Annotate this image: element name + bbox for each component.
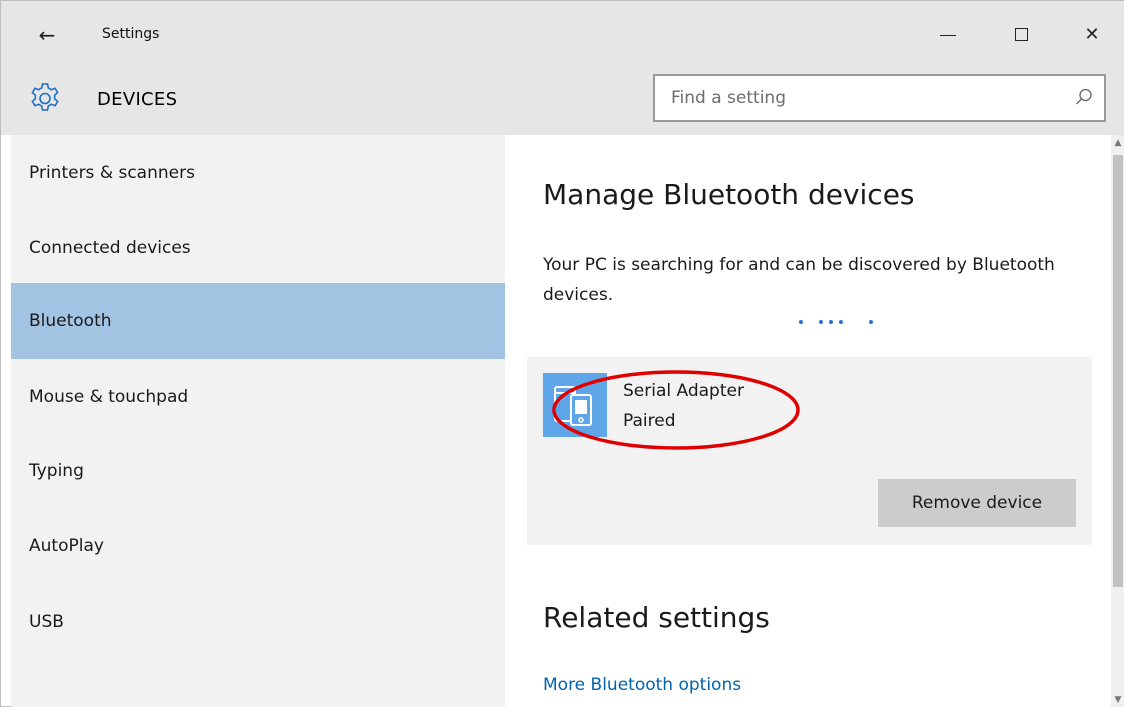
progress-dot bbox=[839, 320, 843, 324]
minimize-button[interactable] bbox=[925, 17, 971, 53]
maximize-icon bbox=[1015, 28, 1028, 41]
page-title: Manage Bluetooth devices bbox=[543, 178, 915, 211]
search-icon[interactable] bbox=[1074, 87, 1094, 107]
progress-dot bbox=[799, 320, 803, 324]
progress-dot bbox=[819, 320, 823, 324]
searching-progress-dots bbox=[795, 320, 915, 328]
search-box[interactable] bbox=[653, 74, 1106, 122]
scrollbar-thumb[interactable] bbox=[1113, 155, 1123, 587]
sidebar-item-usb[interactable]: USB bbox=[11, 584, 505, 660]
sidebar-nav: Printers & scanners Connected devices Bl… bbox=[11, 135, 505, 707]
device-name: Serial Adapter bbox=[623, 381, 744, 401]
app-title: Settings bbox=[102, 26, 160, 42]
back-arrow-icon: ← bbox=[38, 23, 56, 47]
device-status: Paired bbox=[623, 411, 676, 431]
vertical-scrollbar[interactable]: ▲ ▼ bbox=[1111, 135, 1124, 707]
sidebar-item-mouse-touchpad[interactable]: Mouse & touchpad bbox=[11, 359, 505, 435]
sidebar-item-autoplay[interactable]: AutoPlay bbox=[11, 508, 505, 584]
settings-window: ← Settings ✕ DEVICES Printers & bbox=[0, 0, 1124, 707]
main-content: Manage Bluetooth devices Your PC is sear… bbox=[505, 135, 1111, 707]
close-button[interactable]: ✕ bbox=[1069, 17, 1115, 53]
progress-dot bbox=[829, 320, 833, 324]
phone-device-icon bbox=[543, 373, 607, 437]
close-icon: ✕ bbox=[1084, 24, 1100, 45]
back-button[interactable]: ← bbox=[31, 21, 63, 49]
maximize-button[interactable] bbox=[999, 17, 1045, 53]
more-bluetooth-options-link[interactable]: More Bluetooth options bbox=[543, 675, 741, 695]
related-settings-heading: Related settings bbox=[543, 601, 770, 634]
gear-icon bbox=[31, 83, 59, 111]
sidebar-item-typing[interactable]: Typing bbox=[11, 433, 505, 509]
sidebar-item-connected-devices[interactable]: Connected devices bbox=[11, 210, 505, 286]
progress-dot bbox=[869, 320, 873, 324]
remove-device-button[interactable]: Remove device bbox=[878, 479, 1076, 527]
sidebar-item-bluetooth[interactable]: Bluetooth bbox=[11, 283, 505, 359]
device-list-item[interactable]: Serial Adapter Paired Remove device bbox=[527, 357, 1092, 545]
title-bar: ← Settings ✕ DEVICES bbox=[1, 1, 1124, 135]
minimize-icon bbox=[940, 35, 956, 36]
discovery-status-text: Your PC is searching for and can be disc… bbox=[543, 255, 1055, 305]
scroll-up-icon[interactable]: ▲ bbox=[1111, 135, 1124, 151]
scroll-down-icon[interactable]: ▼ bbox=[1111, 692, 1124, 707]
section-title: DEVICES bbox=[97, 89, 178, 110]
search-input[interactable] bbox=[655, 76, 1055, 120]
sidebar-item-printers-scanners[interactable]: Printers & scanners bbox=[11, 135, 505, 211]
